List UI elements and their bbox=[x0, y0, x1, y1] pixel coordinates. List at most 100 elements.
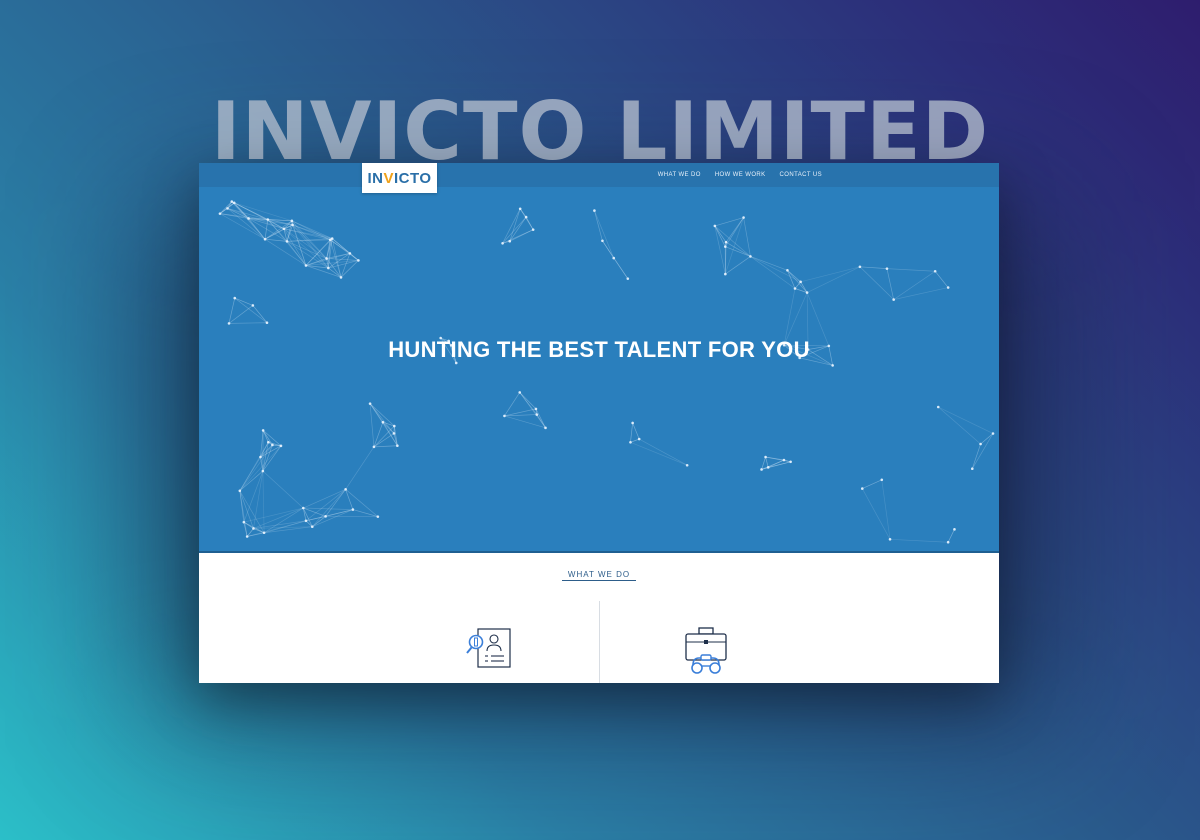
network-line bbox=[714, 225, 726, 247]
network-node bbox=[953, 528, 956, 531]
network-node bbox=[267, 440, 270, 444]
network-line bbox=[893, 287, 949, 300]
network-line bbox=[806, 266, 861, 293]
nav-what-we-do[interactable]: WHAT WE DO bbox=[658, 172, 701, 178]
network-node bbox=[263, 237, 267, 241]
network-line bbox=[725, 241, 751, 257]
network-node bbox=[631, 421, 634, 425]
network-line bbox=[594, 210, 603, 241]
network-line bbox=[765, 456, 785, 461]
network-node bbox=[392, 432, 396, 435]
network-line bbox=[938, 406, 994, 434]
network-node bbox=[799, 280, 802, 284]
network-node bbox=[503, 414, 506, 418]
network-line bbox=[519, 392, 537, 410]
network-line bbox=[971, 433, 994, 469]
network-node bbox=[535, 413, 539, 416]
network-node bbox=[880, 478, 884, 482]
network-line bbox=[369, 403, 395, 434]
nav-links: WHAT WE DO HOW WE WORK CONTACT US bbox=[658, 163, 822, 187]
logo-text: INVICTO bbox=[367, 169, 432, 187]
network-line bbox=[227, 208, 285, 230]
network-node bbox=[936, 405, 940, 409]
network-node bbox=[723, 245, 727, 248]
network-line bbox=[861, 488, 891, 540]
network-node bbox=[251, 304, 255, 307]
network-node bbox=[232, 201, 236, 205]
network-node bbox=[381, 420, 385, 424]
logo[interactable]: INVICTO bbox=[362, 163, 437, 193]
network-node bbox=[285, 240, 289, 243]
network-line bbox=[234, 297, 268, 324]
network-line bbox=[886, 268, 936, 272]
network-line bbox=[725, 217, 744, 243]
network-node bbox=[629, 440, 632, 444]
network-node bbox=[508, 239, 512, 243]
network-node bbox=[888, 537, 892, 541]
network-line bbox=[750, 256, 801, 283]
network-line bbox=[632, 422, 640, 440]
network-line bbox=[725, 256, 751, 275]
network-node bbox=[290, 219, 294, 223]
network-node bbox=[858, 265, 862, 269]
network-node bbox=[282, 227, 286, 231]
network-node bbox=[593, 209, 596, 212]
network-node bbox=[518, 391, 522, 394]
network-node bbox=[344, 488, 347, 491]
network-line bbox=[228, 322, 267, 324]
network-node bbox=[245, 535, 249, 538]
network-line bbox=[349, 253, 359, 261]
network-line bbox=[630, 441, 688, 466]
network-node bbox=[544, 426, 547, 430]
network-node bbox=[946, 540, 950, 544]
briefcase-binoculars-icon bbox=[685, 627, 727, 674]
network-node bbox=[238, 489, 242, 493]
logo-accent-letter: V bbox=[383, 169, 394, 187]
network-node bbox=[291, 223, 294, 227]
nav-how-we-work[interactable]: HOW WE WORK bbox=[715, 172, 766, 178]
network-line bbox=[724, 217, 744, 275]
network-node bbox=[261, 469, 265, 473]
network-node bbox=[970, 467, 974, 471]
network-line bbox=[262, 470, 304, 509]
network-node bbox=[612, 256, 616, 260]
network-node bbox=[330, 237, 334, 240]
network-node bbox=[892, 298, 895, 301]
network-node bbox=[226, 207, 229, 210]
network-line bbox=[630, 422, 633, 443]
network-line bbox=[938, 406, 981, 445]
network-line bbox=[373, 445, 398, 448]
network-line bbox=[502, 216, 527, 244]
network-line bbox=[890, 538, 949, 543]
network-line bbox=[369, 403, 375, 447]
network-line bbox=[750, 256, 788, 271]
network-node bbox=[531, 228, 535, 231]
network-node bbox=[266, 218, 270, 221]
network-line bbox=[881, 479, 891, 540]
network-node bbox=[685, 463, 689, 467]
network-node bbox=[742, 216, 745, 219]
network-node bbox=[357, 259, 360, 262]
nav-contact-us[interactable]: CONTACT US bbox=[780, 172, 822, 178]
network-line bbox=[239, 444, 273, 491]
network-line bbox=[725, 246, 751, 257]
network-node bbox=[933, 269, 937, 273]
network-line bbox=[302, 507, 307, 521]
network-line bbox=[345, 446, 375, 490]
network-node bbox=[724, 240, 728, 244]
network-line bbox=[768, 461, 791, 468]
column-divider bbox=[599, 601, 600, 683]
showcase-title: INVICTO LIMITED bbox=[210, 85, 990, 178]
network-node bbox=[265, 321, 269, 325]
network-node bbox=[793, 287, 797, 290]
network-line bbox=[509, 216, 527, 242]
network-node bbox=[351, 508, 355, 511]
network-node bbox=[376, 515, 380, 518]
network-node bbox=[247, 217, 250, 220]
network-line bbox=[761, 456, 766, 470]
network-node bbox=[242, 520, 246, 524]
network-node bbox=[979, 442, 982, 446]
network-node bbox=[626, 277, 630, 280]
network-line bbox=[765, 456, 769, 468]
network-node bbox=[946, 286, 950, 289]
